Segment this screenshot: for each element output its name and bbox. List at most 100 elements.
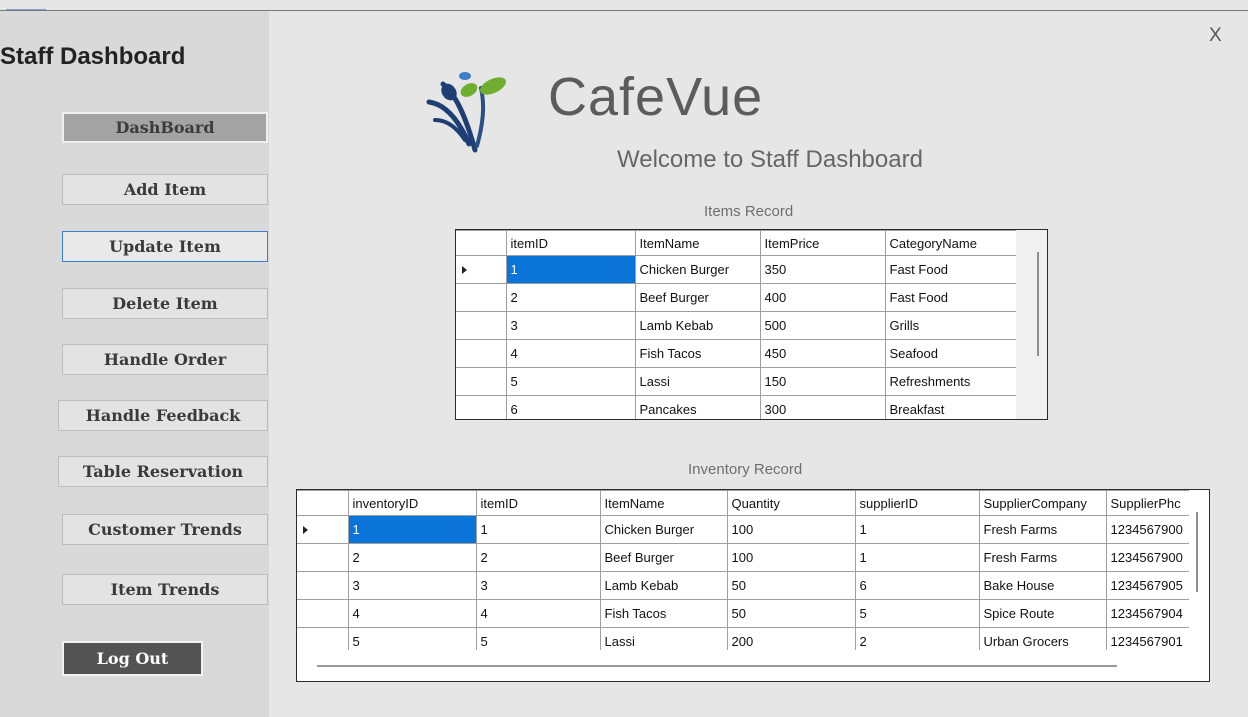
table-cell[interactable]: 500 [759, 311, 886, 340]
table-cell[interactable]: 2 [475, 543, 601, 572]
table-row[interactable]: 5 Lassi 150 Refreshments [456, 367, 1017, 396]
table-cell[interactable]: Fresh Farms [978, 515, 1107, 544]
inventory-vertical-scrollbar[interactable] [1189, 490, 1209, 650]
table-cell[interactable]: 150 [759, 367, 886, 396]
row-header[interactable] [297, 571, 349, 600]
table-cell[interactable]: 6 [854, 571, 980, 600]
table-row[interactable]: 1 1 Chicken Burger 100 1 Fresh Farms 123… [297, 515, 1209, 544]
table-cell[interactable]: 100 [726, 543, 856, 572]
column-header[interactable]: ItemName [599, 490, 728, 516]
table-cell[interactable]: 1 [854, 515, 980, 544]
table-cell[interactable]: 2 [505, 283, 636, 312]
table-cell[interactable]: 4 [475, 599, 601, 628]
table-cell[interactable]: 3 [505, 311, 636, 340]
sidebar-item-delete-item[interactable]: Delete Item [62, 288, 268, 319]
fork-spoon-leaf-logo-icon [426, 72, 507, 153]
row-header-corner [297, 490, 349, 516]
table-cell[interactable]: Spice Route [978, 599, 1107, 628]
table-row[interactable]: 4 Fish Tacos 450 Seafood [456, 339, 1017, 368]
table-cell[interactable]: Lamb Kebab [634, 311, 761, 340]
table-cell[interactable]: 4 [505, 339, 636, 368]
table-cell[interactable]: Breakfast [884, 395, 1017, 419]
table-cell[interactable]: 350 [759, 255, 886, 284]
logout-button[interactable]: Log Out [62, 641, 203, 676]
row-header[interactable] [456, 395, 507, 419]
column-header[interactable]: itemID [505, 230, 636, 256]
table-cell[interactable]: Fish Tacos [634, 339, 761, 368]
table-cell[interactable]: Lamb Kebab [599, 571, 728, 600]
column-header[interactable]: CategoryName [884, 230, 1017, 256]
column-header[interactable]: SupplierCompany [978, 490, 1107, 516]
table-cell[interactable]: 5 [505, 367, 636, 396]
table-cell[interactable]: 1 [854, 543, 980, 572]
row-header[interactable] [297, 599, 349, 628]
sidebar-item-handle-order[interactable]: Handle Order [62, 344, 268, 375]
table-cell[interactable]: 400 [759, 283, 886, 312]
table-cell[interactable]: Seafood [884, 339, 1017, 368]
row-header[interactable] [456, 311, 507, 340]
table-cell[interactable]: Lassi [634, 367, 761, 396]
sidebar-item-handle-feedback[interactable]: Handle Feedback [58, 400, 268, 431]
scrollbar-thumb[interactable] [1196, 512, 1198, 592]
column-header[interactable]: ItemName [634, 230, 761, 256]
table-cell[interactable]: Beef Burger [634, 283, 761, 312]
sidebar-item-add-item[interactable]: Add Item [62, 174, 268, 205]
sidebar-item-customer-trends[interactable]: Customer Trends [62, 514, 268, 545]
row-header[interactable] [456, 339, 507, 368]
table-cell[interactable]: Chicken Burger [599, 515, 728, 544]
sidebar-item-item-trends[interactable]: Item Trends [62, 574, 268, 605]
table-cell[interactable]: Beef Burger [599, 543, 728, 572]
table-cell[interactable]: 4 [347, 599, 477, 628]
table-cell[interactable]: Chicken Burger [634, 255, 761, 284]
table-cell[interactable]: 2 [347, 543, 477, 572]
table-cell[interactable]: 1 [475, 515, 601, 544]
table-row[interactable]: 6 Pancakes 300 Breakfast [456, 395, 1017, 419]
table-row[interactable]: 3 3 Lamb Kebab 50 6 Bake House 123456790… [297, 571, 1209, 600]
column-header[interactable]: inventoryID [347, 490, 477, 516]
table-cell[interactable]: 3 [347, 571, 477, 600]
table-cell[interactable]: 50 [726, 599, 856, 628]
table-row[interactable]: 2 Beef Burger 400 Fast Food [456, 283, 1017, 312]
scrollbar-thumb[interactable] [1037, 252, 1039, 356]
table-cell[interactable]: Bake House [978, 571, 1107, 600]
table-cell[interactable]: 100 [726, 515, 856, 544]
column-header[interactable]: supplierID [854, 490, 980, 516]
sidebar-item-table-reservation[interactable]: Table Reservation [58, 456, 268, 487]
table-cell[interactable]: 50 [726, 571, 856, 600]
current-row-indicator [297, 515, 349, 544]
column-header[interactable]: itemID [475, 490, 601, 516]
table-cell[interactable]: Fast Food [884, 283, 1017, 312]
table-cell[interactable]: Grills [884, 311, 1017, 340]
close-icon[interactable]: X [1209, 25, 1222, 47]
scrollbar-thumb[interactable] [317, 665, 1117, 667]
items-vertical-scrollbar[interactable] [1016, 230, 1047, 419]
row-header[interactable] [297, 543, 349, 572]
column-header[interactable]: ItemPrice [759, 230, 886, 256]
column-header[interactable]: Quantity [726, 490, 856, 516]
table-cell[interactable]: 6 [505, 395, 636, 419]
table-cell[interactable]: 5 [854, 599, 980, 628]
table-cell[interactable]: 1 [505, 255, 636, 284]
table-cell[interactable]: 3 [475, 571, 601, 600]
inventory-horizontal-scrollbar[interactable] [297, 650, 1209, 681]
inventory-record-grid[interactable]: inventoryID itemID ItemName Quantity sup… [296, 489, 1210, 682]
table-cell[interactable]: 300 [759, 395, 886, 419]
table-cell[interactable]: Pancakes [634, 395, 761, 419]
table-header-row: itemID ItemName ItemPrice CategoryName [456, 230, 1017, 256]
table-cell[interactable]: Fast Food [884, 255, 1017, 284]
sidebar-item-dashboard[interactable]: DashBoard [62, 112, 268, 143]
row-header[interactable] [456, 283, 507, 312]
items-record-grid[interactable]: itemID ItemName ItemPrice CategoryName 1… [455, 229, 1048, 420]
sidebar-item-update-item[interactable]: Update Item [62, 231, 268, 262]
current-row-indicator [456, 255, 507, 284]
table-cell[interactable]: Fresh Farms [978, 543, 1107, 572]
table-row[interactable]: 3 Lamb Kebab 500 Grills [456, 311, 1017, 340]
table-cell[interactable]: Refreshments [884, 367, 1017, 396]
table-cell[interactable]: 1 [347, 515, 477, 544]
table-row[interactable]: 2 2 Beef Burger 100 1 Fresh Farms 123456… [297, 543, 1209, 572]
table-row[interactable]: 4 4 Fish Tacos 50 5 Spice Route 12345679… [297, 599, 1209, 628]
table-cell[interactable]: Fish Tacos [599, 599, 728, 628]
table-cell[interactable]: 450 [759, 339, 886, 368]
table-row[interactable]: 1 Chicken Burger 350 Fast Food [456, 255, 1017, 284]
row-header[interactable] [456, 367, 507, 396]
